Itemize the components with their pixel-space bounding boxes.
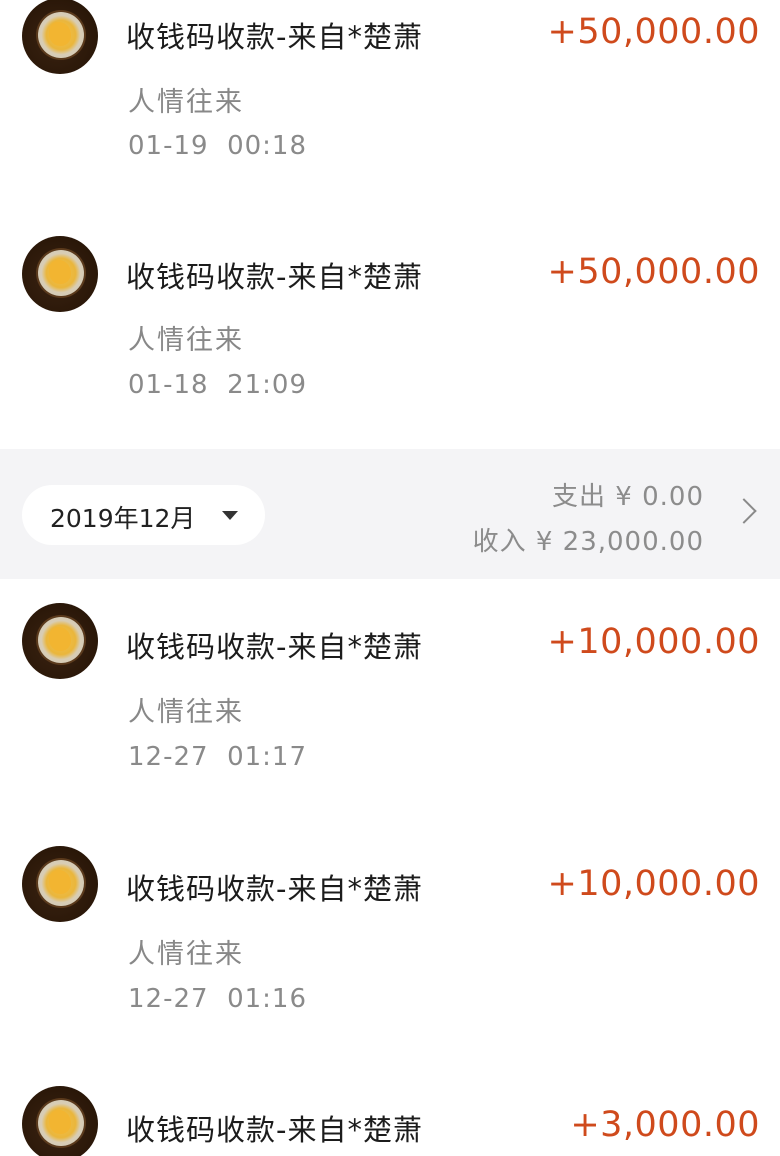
transaction-title: 收钱码收款-来自*楚萧	[126, 630, 423, 664]
transaction-title: 收钱码收款-来自*楚萧	[126, 1113, 423, 1147]
transaction-category: 人情往来	[128, 87, 244, 118]
transaction-amount: +10,000.00	[547, 864, 760, 904]
transaction-amount: +3,000.00	[570, 1105, 760, 1145]
caret-down-icon	[222, 511, 238, 520]
transaction-title: 收钱码收款-来自*楚萧	[126, 872, 423, 906]
transaction-amount: +50,000.00	[547, 12, 760, 52]
income-summary: 收入 ¥ 23,000.00	[472, 527, 704, 557]
payer-avatar	[22, 846, 98, 922]
transaction-row[interactable]: 收钱码收款-来自*楚萧 +3,000.00	[0, 1060, 780, 1156]
transaction-row[interactable]: 收钱码收款-来自*楚萧 +50,000.00 人情往来 01-19 00:18	[0, 0, 780, 200]
transaction-amount: +50,000.00	[547, 252, 760, 292]
chevron-right-icon[interactable]	[731, 498, 757, 524]
payer-avatar	[22, 1086, 98, 1156]
month-selector[interactable]: 2019年12月	[22, 485, 265, 545]
month-label: 2019年12月	[50, 504, 196, 533]
transaction-row[interactable]: 收钱码收款-来自*楚萧 +10,000.00 人情往来 12-27 01:16	[0, 820, 780, 1060]
payer-avatar	[22, 0, 98, 74]
payer-avatar	[22, 603, 98, 679]
transaction-time: 01-18 21:09	[128, 370, 308, 400]
transaction-title: 收钱码收款-来自*楚萧	[126, 260, 423, 294]
transaction-category: 人情往来	[128, 939, 244, 970]
transaction-category: 人情往来	[128, 697, 244, 728]
transaction-time: 01-19 00:18	[128, 131, 308, 161]
expense-summary: 支出 ¥ 0.00	[552, 482, 704, 512]
transaction-row[interactable]: 收钱码收款-来自*楚萧 +10,000.00 人情往来 12-27 01:17	[0, 579, 780, 820]
transaction-list-screen: 收钱码收款-来自*楚萧 +50,000.00 人情往来 01-19 00:18 …	[0, 0, 780, 1156]
month-summary-bar[interactable]: 2019年12月 支出 ¥ 0.00 收入 ¥ 23,000.00	[0, 449, 780, 579]
transaction-category: 人情往来	[128, 325, 244, 356]
transaction-amount: +10,000.00	[547, 622, 760, 662]
transaction-row[interactable]: 收钱码收款-来自*楚萧 +50,000.00 人情往来 01-18 21:09	[0, 220, 780, 449]
transaction-title: 收钱码收款-来自*楚萧	[126, 20, 423, 54]
transaction-time: 12-27 01:16	[128, 984, 308, 1014]
transaction-time: 12-27 01:17	[128, 742, 308, 772]
payer-avatar	[22, 236, 98, 312]
